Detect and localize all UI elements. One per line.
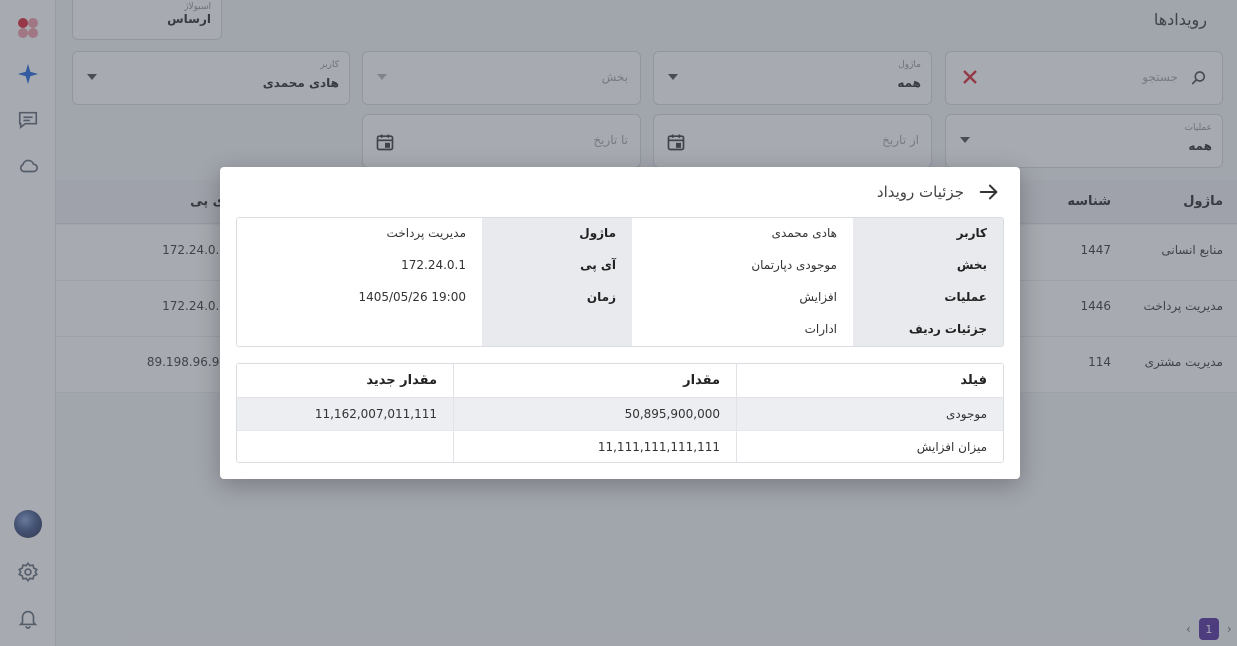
module-key: ماژول [482,218,632,250]
user-key: کاربر [853,218,1003,250]
user-value: هادی محمدی [632,218,853,250]
time-key: زمان [482,282,632,314]
operation-key: عملیات [853,282,1003,314]
column-header-value: مقدار [454,364,737,398]
section-value: موجودی دپارتمان [632,250,853,282]
cell-new-value: 11,162,007,011,111 [237,398,454,430]
back-arrow-icon[interactable] [976,179,1002,205]
cell-new-value [237,430,454,462]
empty-value [237,314,482,346]
section-key: بخش [853,250,1003,282]
empty-key [482,314,632,346]
cell-field: میزان افزایش [737,430,1003,462]
cell-value: 50,895,900,000 [454,398,737,430]
dialog-header: جزئیات رویداد [877,179,1002,205]
changes-table: فیلد مقدار مقدار جدید موجودی 50,895,900,… [236,363,1004,463]
operation-value: افزایش [632,282,853,314]
event-details-dialog: جزئیات رویداد کاربر هادی محمدی ماژول مدی… [220,167,1020,479]
ip-value: 172.24.0.1 [237,250,482,282]
dialog-title: جزئیات رویداد [876,183,964,201]
cell-field: موجودی [737,398,1003,430]
ip-key: آی پی [482,250,632,282]
time-value: 1405/05/26 19:00 [237,282,482,314]
table-row: میزان افزایش 11,111,111,111,111 [237,430,1003,462]
column-header-new-value: مقدار جدید [237,364,454,398]
module-value: مدیریت پرداخت [237,218,482,250]
changes-header-row: فیلد مقدار مقدار جدید [237,364,1003,398]
row-details-key: جزئیات ردیف [853,314,1003,346]
event-info-grid: کاربر هادی محمدی ماژول مدیریت پرداخت بخش… [236,217,1004,347]
row-details-value: ادارات [632,314,853,346]
cell-value: 11,111,111,111,111 [454,430,737,462]
table-row: موجودی 50,895,900,000 11,162,007,011,111 [237,398,1003,430]
time-value-text: 1405/05/26 19:00 [358,290,466,304]
column-header-field: فیلد [737,364,1003,398]
